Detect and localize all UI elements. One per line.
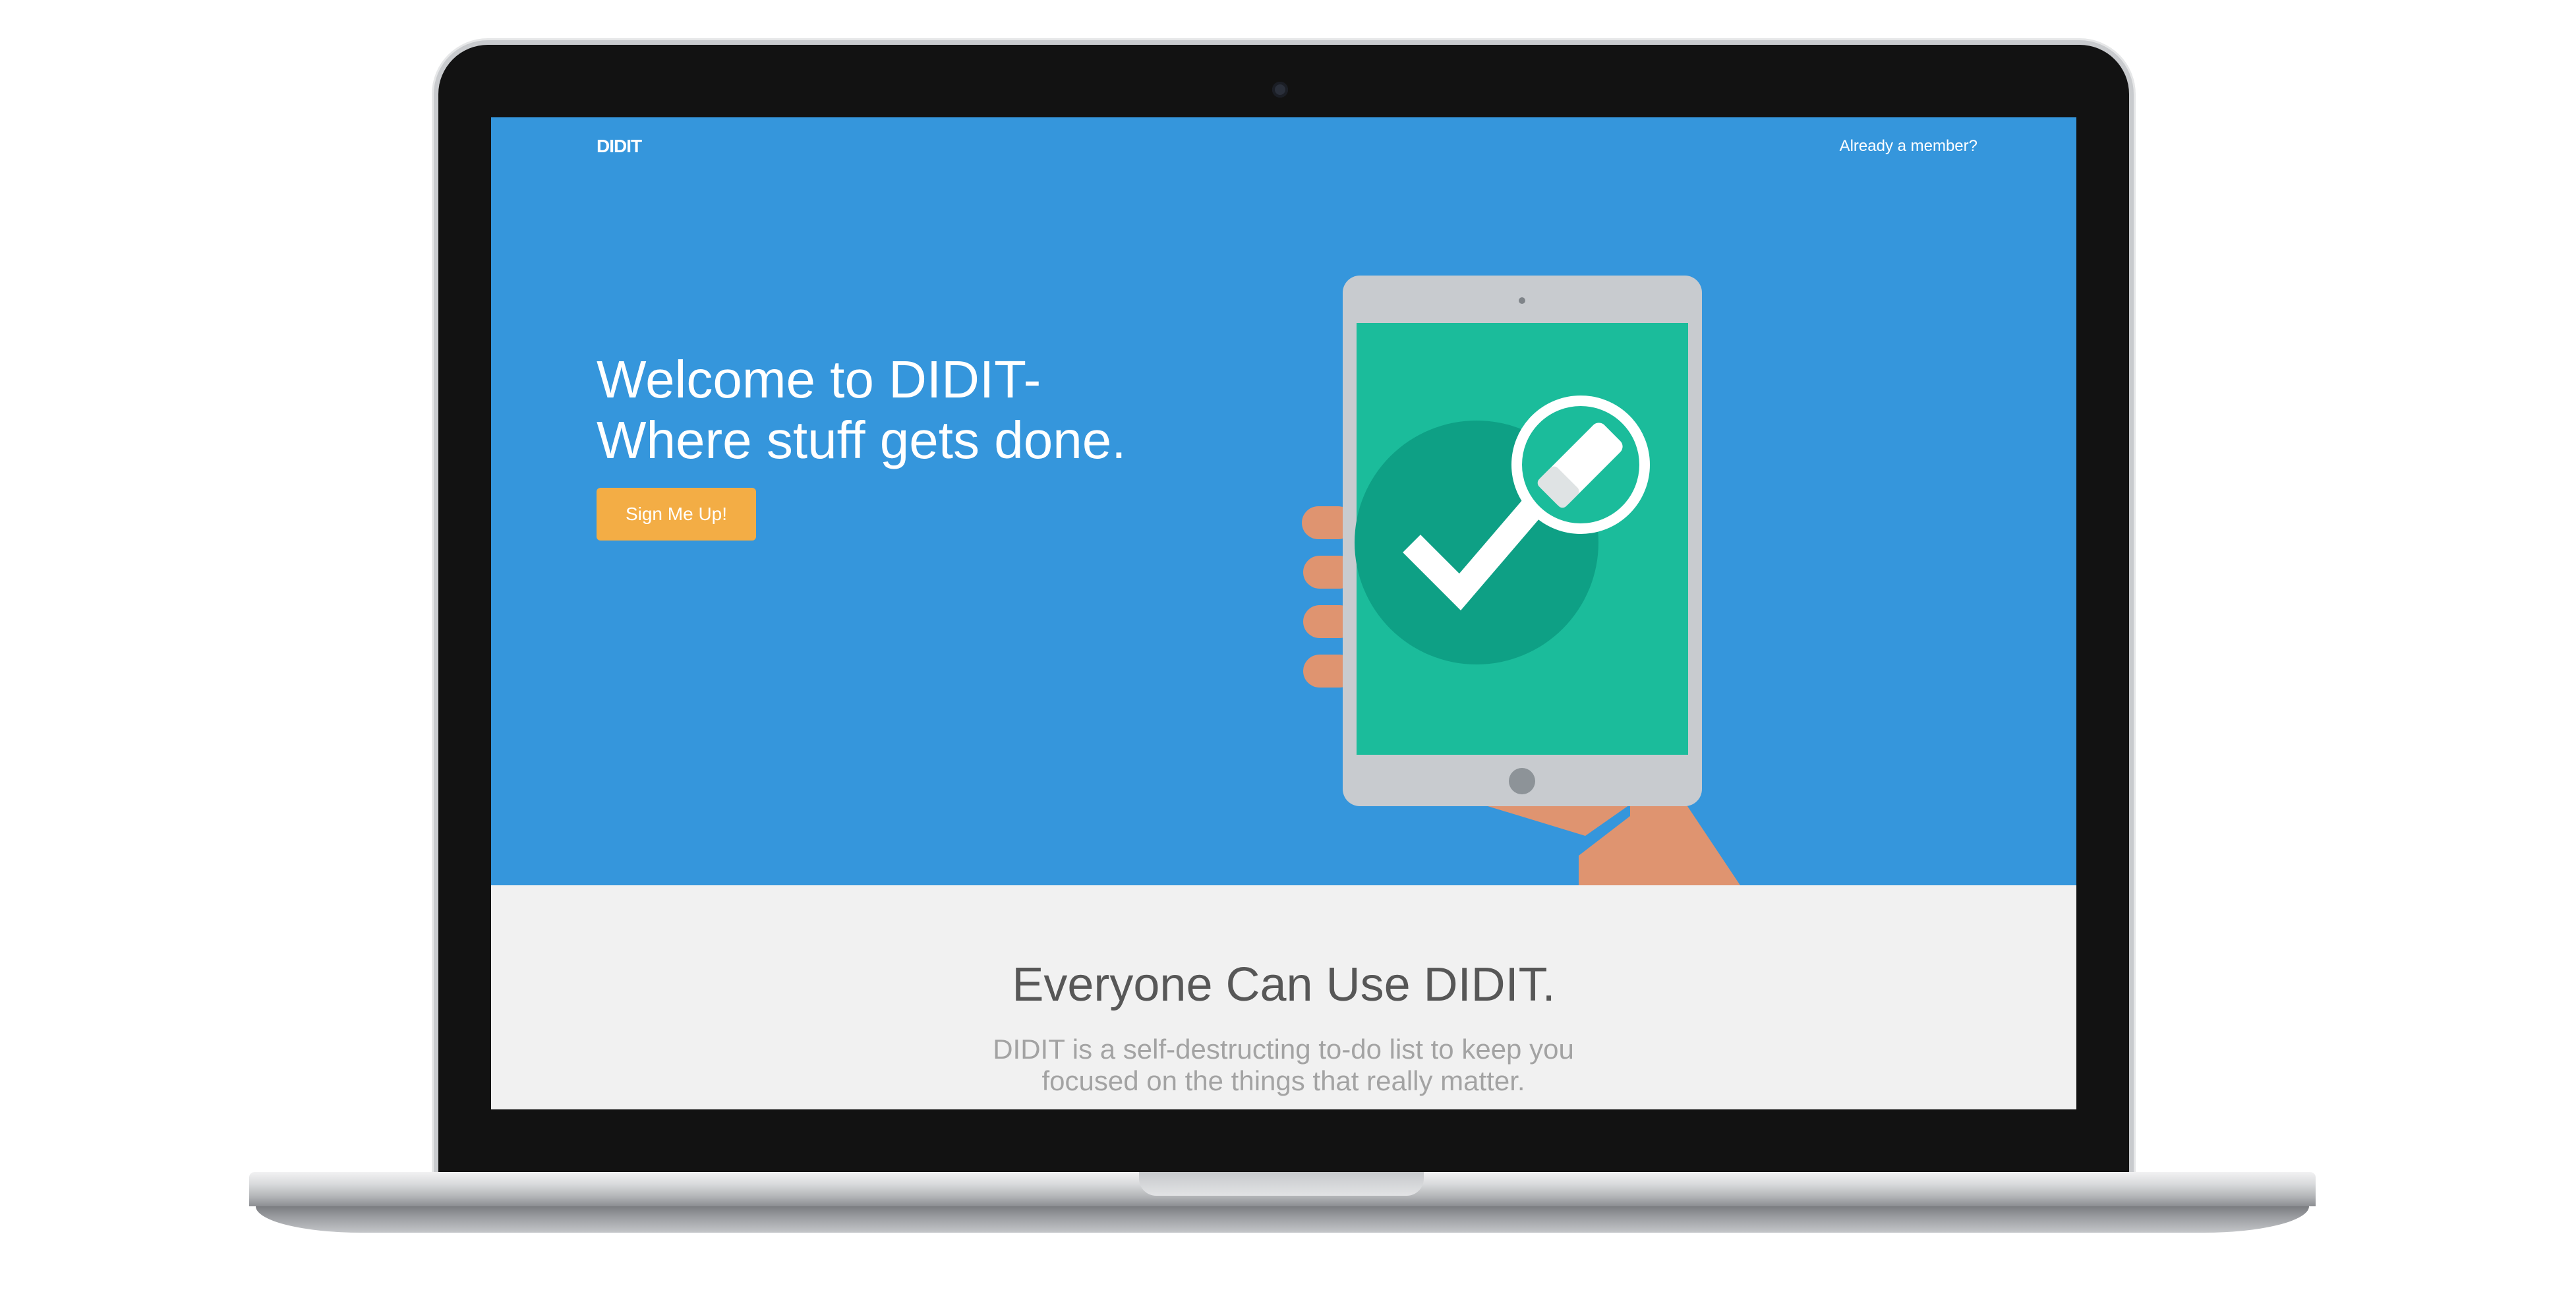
- section-description: DIDIT is a self-destructing to-do list t…: [993, 1034, 1574, 1096]
- already-member-link[interactable]: Already a member?: [1840, 137, 1977, 156]
- browser-screen: DIDIT Already a member? Welcome to DIDIT…: [491, 117, 2076, 1109]
- tablet-home-button: [1509, 768, 1535, 794]
- camera-icon: [1272, 82, 1288, 98]
- hero-section: DIDIT Already a member? Welcome to DIDIT…: [491, 117, 2076, 885]
- sign-me-up-button[interactable]: Sign Me Up!: [597, 488, 756, 541]
- features-section: Everyone Can Use DIDIT. DIDIT is a self-…: [491, 885, 2076, 1109]
- headline-line-1: Welcome to DIDIT-: [597, 350, 1041, 409]
- laptop-notch: [1139, 1172, 1424, 1196]
- hand-holding-tablet-illustration: [1302, 276, 1740, 885]
- site-logo[interactable]: DIDIT: [597, 136, 642, 157]
- tablet-camera: [1519, 297, 1525, 304]
- headline-line-2: Where stuff gets done.: [597, 411, 1127, 469]
- section-title: Everyone Can Use DIDIT.: [1012, 958, 1556, 1011]
- hero-headline: Welcome to DIDIT- Where stuff gets done.: [597, 349, 1322, 471]
- laptop-base-bottom: [256, 1206, 2309, 1233]
